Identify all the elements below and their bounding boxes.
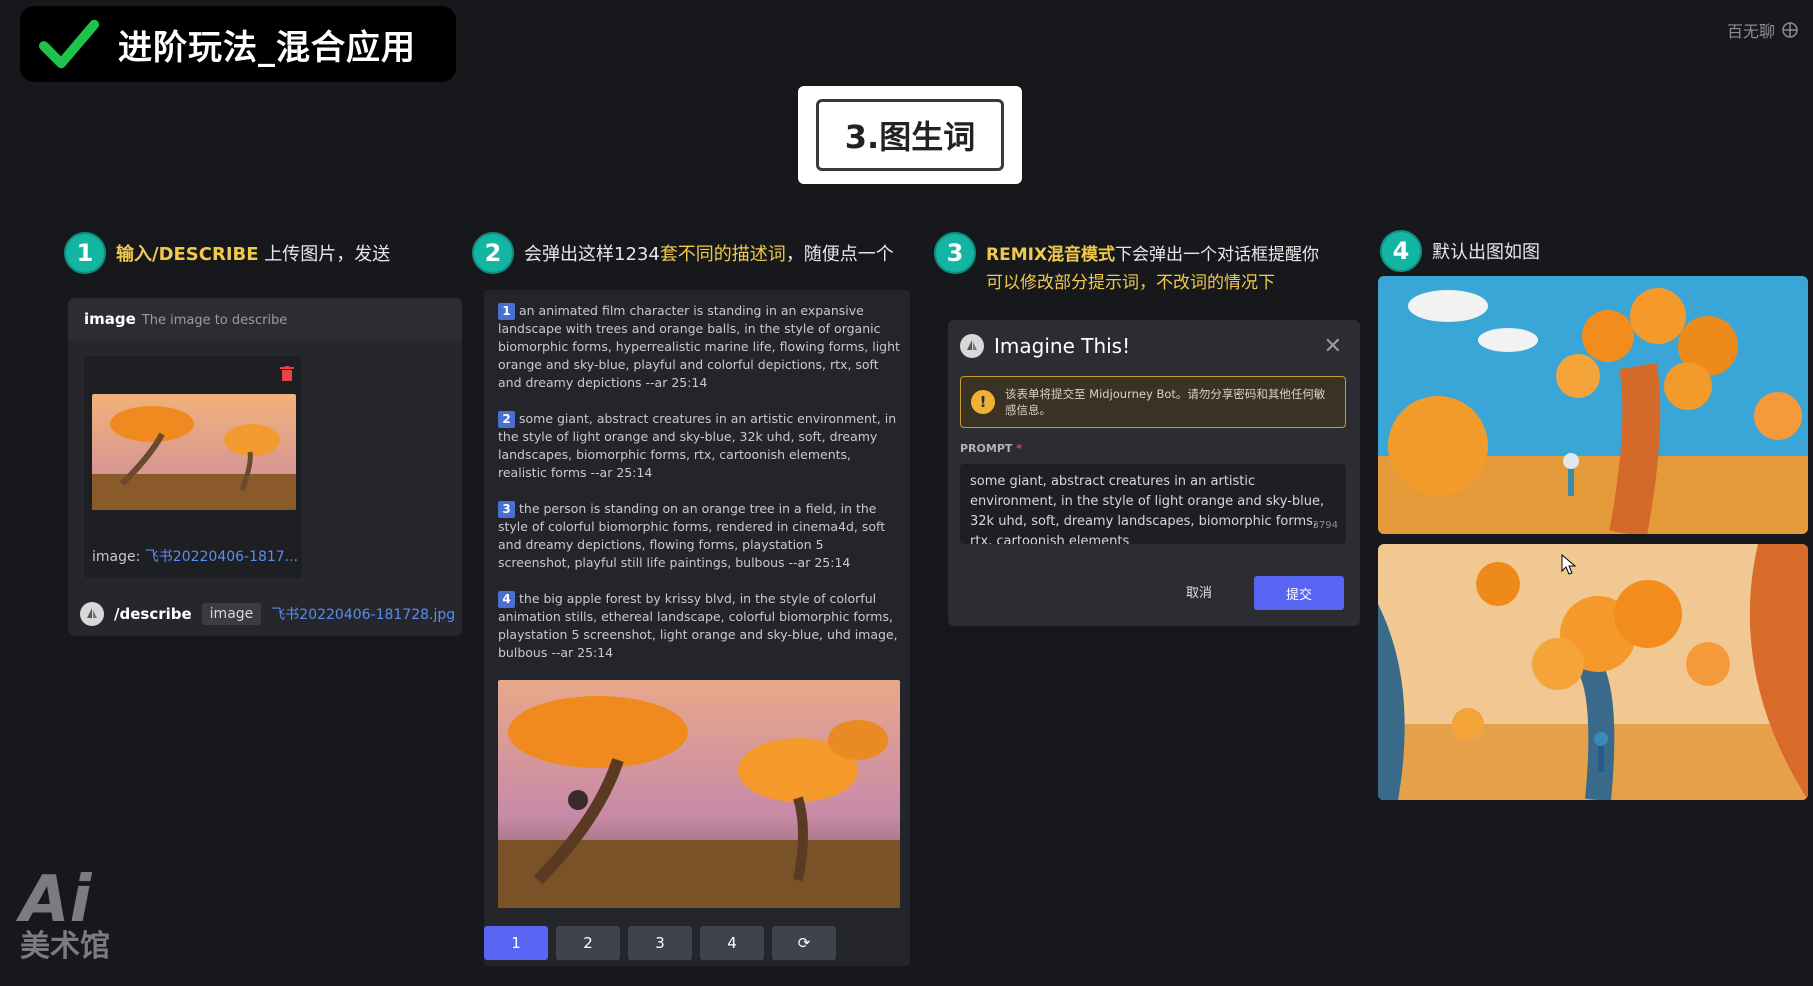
logo-watermark: Ai 美术馆 [20,863,110,964]
trash-icon[interactable] [280,366,294,382]
step-badge: 3 [934,232,976,274]
description-item: 1 an animated film character is standing … [498,303,900,390]
section-title: 3.图生词 [816,99,1004,171]
prompt-input[interactable]: some giant, abstract creatures in an art… [960,464,1346,544]
option-button-4[interactable]: 4 [700,926,764,960]
step-4-heading: 4 默认出图如图 [1380,230,1540,272]
bot-avatar [960,334,984,358]
option-button-1[interactable]: 1 [484,926,548,960]
prompt-label: PROMPT * [960,442,1023,455]
image-filename-label: image: 飞书20220406-1817... [92,549,299,565]
sailboat-icon [967,340,977,350]
output-image-2 [1378,544,1808,800]
description-item: 3 the person is standing on an orange tre… [498,501,886,570]
description-item: 4 the big apple forest by krissy blvd, in… [498,591,898,660]
char-count: 3794 [1312,520,1338,531]
uploaded-image-thumbnail [92,394,296,510]
command-row: /describe image 飞书20220406-181728.jpg [80,602,455,626]
describe-panel: image The image to describe image: 飞书2022… [68,298,462,636]
option-buttons: 1 2 3 4 ⟳ [484,926,836,960]
close-icon[interactable]: ✕ [1324,334,1342,359]
reference-image [498,680,900,908]
refresh-button[interactable]: ⟳ [772,926,836,960]
command-name: /describe [114,605,192,623]
cancel-button[interactable]: 取消 [1186,582,1212,601]
imagine-dialog: Imagine This! ✕ ! 该表单将提交至 Midjourney Bot… [948,320,1360,626]
mouse-cursor-icon [1561,554,1577,575]
param-header: image The image to describe [68,298,462,340]
title-banner: 进阶玩法_混合应用 [20,6,456,82]
submit-button[interactable]: 提交 [1254,576,1344,610]
output-image-1 [1378,276,1808,534]
descriptions-panel: 1 an animated film character is standing … [484,290,910,966]
warning-notice: ! 该表单将提交至 Midjourney Bot。请勿分享密码和其他任何敏感信息… [960,376,1346,428]
step-2-heading: 2 会弹出这样1234套不同的描述词，随便点一个 [472,232,894,274]
dialog-title: Imagine This! [960,334,1130,358]
sailboat-icon [87,608,97,618]
option-button-2[interactable]: 2 [556,926,620,960]
step-badge: 1 [64,232,106,274]
upload-card[interactable]: image: 飞书20220406-1817... [84,356,302,578]
bot-avatar [80,602,104,626]
description-item: 2 some giant, abstract creatures in an ar… [498,411,897,480]
step-1-heading: 1 输入/DESCRIBE 上传图片，发送 [64,232,390,274]
step-badge: 4 [1380,230,1422,272]
globe-icon [1782,22,1798,38]
param-chip[interactable]: image [201,603,262,625]
step-badge: 2 [472,232,514,274]
banner-title: 进阶玩法_混合应用 [118,27,416,68]
top-watermark: 百无聊 [1727,18,1799,42]
section-title-card: 3.图生词 [798,86,1022,184]
step-3-heading: 3 REMIX混音模式下会弹出一个对话框提醒你 可以修改部分提示词，不改词的情况… [934,232,1319,297]
check-icon [38,19,100,69]
file-chip[interactable]: 飞书20220406-181728.jpg [271,604,455,624]
option-button-3[interactable]: 3 [628,926,692,960]
warning-icon: ! [971,390,995,414]
